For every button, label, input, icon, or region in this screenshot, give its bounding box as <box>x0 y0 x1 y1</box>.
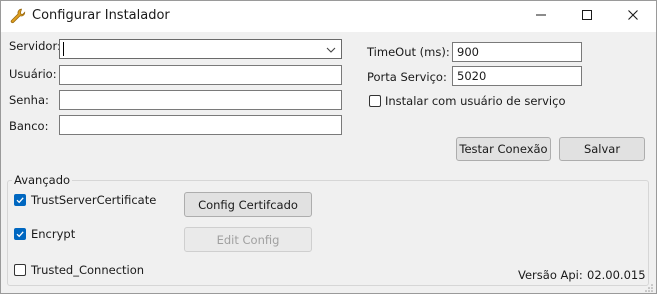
senha-label: Senha: <box>9 93 49 107</box>
configurar-instalador-window: Configurar Instalador Servidor: Usuário:… <box>0 0 657 294</box>
form-content: Servidor: Usuário: Senha: Banco: TimeOut… <box>1 32 656 293</box>
window-title: Configurar Instalador <box>32 8 170 23</box>
edit-config-button[interactable]: Edit Config <box>184 227 312 252</box>
timeout-input[interactable]: 900 <box>452 42 582 62</box>
text-caret <box>63 42 64 56</box>
maximize-button[interactable] <box>564 1 610 32</box>
testar-conexao-button[interactable]: Testar Conexão <box>456 137 551 161</box>
servidor-label: Servidor: <box>9 39 61 53</box>
trusted-connection-checkbox[interactable] <box>14 264 26 276</box>
minimize-button[interactable] <box>518 1 564 32</box>
porta-servico-input[interactable]: 5020 <box>452 66 582 86</box>
checkmark-icon <box>16 197 24 204</box>
close-icon <box>627 9 639 24</box>
banco-input[interactable] <box>59 115 342 135</box>
instalar-servico-label[interactable]: Instalar com usuário de serviço <box>385 94 566 108</box>
usuario-input[interactable] <box>59 65 342 85</box>
wrench-icon <box>10 8 26 24</box>
title-bar[interactable]: Configurar Instalador <box>1 1 656 32</box>
usuario-label: Usuário: <box>9 67 57 81</box>
trust-server-certificate-label[interactable]: TrustServerCertificate <box>31 193 156 207</box>
timeout-label: TimeOut (ms): <box>367 45 450 59</box>
salvar-button[interactable]: Salvar <box>559 137 645 161</box>
servidor-combobox[interactable] <box>59 39 342 59</box>
encrypt-checkbox[interactable] <box>14 228 26 240</box>
avancado-group-title: Avançado <box>12 173 73 187</box>
encrypt-label[interactable]: Encrypt <box>31 227 75 241</box>
minimize-icon <box>535 9 547 24</box>
senha-input[interactable] <box>59 90 342 110</box>
close-button[interactable] <box>610 1 656 32</box>
maximize-icon <box>581 9 593 24</box>
trust-server-certificate-checkbox[interactable] <box>14 194 26 206</box>
config-certificado-button[interactable]: Config Certifcado <box>184 192 312 217</box>
versao-api-label: Versão Api: <box>518 268 583 282</box>
versao-api-value: 02.00.015 <box>587 268 646 282</box>
chevron-down-icon[interactable] <box>325 43 337 55</box>
trusted-connection-label[interactable]: Trusted_Connection <box>31 263 144 277</box>
checkmark-icon <box>16 231 24 238</box>
instalar-servico-checkbox[interactable] <box>369 95 381 107</box>
porta-servico-label: Porta Serviço: <box>367 70 447 84</box>
banco-label: Banco: <box>9 119 49 133</box>
